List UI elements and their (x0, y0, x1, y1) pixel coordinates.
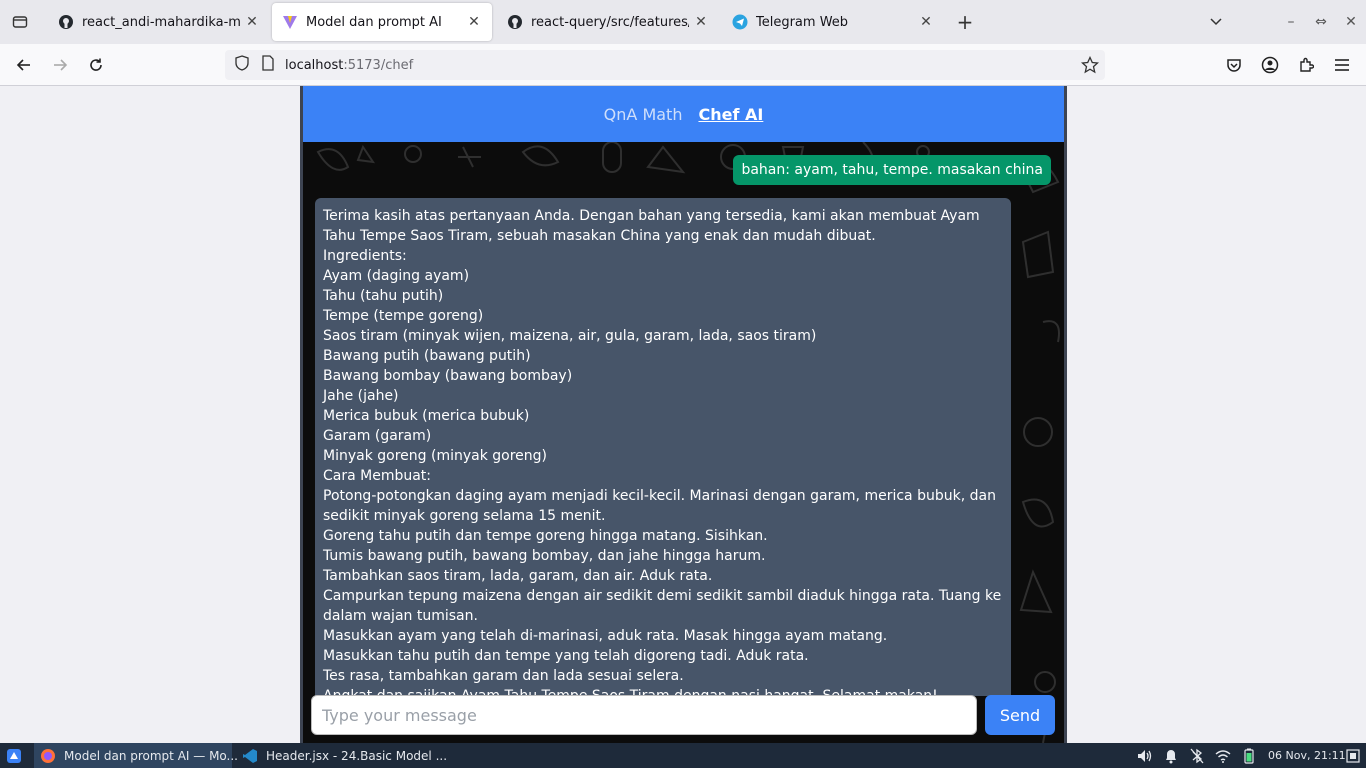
ai-response-line: Cara Membuat: (323, 468, 432, 484)
ai-response-line: Merica bubuk (merica bubuk) (323, 408, 530, 424)
ai-response-line: Bawang bombay (bawang bombay) (323, 368, 573, 384)
ai-response-line: Campurkan tepung maizena dengan air sedi… (323, 588, 1002, 624)
ai-response-line: Masukkan ayam yang telah di-marinasi, ad… (323, 628, 888, 644)
close-tab-icon[interactable]: ✕ (918, 14, 934, 30)
volume-icon[interactable] (1136, 747, 1154, 765)
nav-link-chef-ai[interactable]: Chef AI (698, 105, 763, 124)
ai-response-line: Potong-potongkan daging ayam menjadi kec… (323, 488, 996, 524)
ai-response-bubble: Terima kasih atas pertanyaan Anda. Denga… (315, 198, 1011, 696)
ai-response-line: Garam (garam) (323, 428, 432, 444)
ai-response-line: Masukkan tahu putih dan tempe yang telah… (323, 648, 809, 664)
close-tab-icon[interactable]: ✕ (693, 14, 709, 30)
message-composer: Send (303, 690, 1064, 743)
page-info-icon[interactable] (257, 55, 279, 75)
wifi-icon[interactable] (1214, 747, 1232, 765)
ai-response-line: Minyak goreng (minyak goreng) (323, 448, 548, 464)
github-icon (507, 14, 523, 30)
nav-link-qna-math[interactable]: QnA Math (604, 105, 683, 124)
reload-icon[interactable] (82, 51, 110, 79)
chat-app: QnA Math Chef AI bahan: ayam, tahu, temp… (300, 86, 1067, 743)
ai-response-line: Ingredients: (323, 248, 407, 264)
battery-icon[interactable] (1240, 747, 1258, 765)
tab-telegram[interactable]: Telegram Web ✕ (722, 0, 944, 44)
firefox-icon (40, 748, 56, 764)
account-icon[interactable] (1256, 51, 1284, 79)
notification-bell-icon[interactable] (1162, 747, 1180, 765)
extensions-icon[interactable] (1292, 51, 1320, 79)
start-menu-icon[interactable] (0, 743, 28, 768)
firefox-view-icon[interactable] (0, 0, 40, 44)
telegram-icon (732, 14, 748, 30)
forward-icon[interactable] (46, 51, 74, 79)
navigation-toolbar: localhost:5173/chef (0, 44, 1366, 86)
pocket-icon[interactable] (1220, 51, 1248, 79)
ai-response-line: Tempe (tempe goreng) (323, 308, 484, 324)
ai-response-line: Bawang putih (bawang putih) (323, 348, 531, 364)
ai-response-line: Tambahkan saos tiram, lada, garam, dan a… (323, 568, 713, 584)
tab-title: react-query/src/features/eve (531, 14, 689, 30)
url-host: localhost (285, 57, 344, 73)
url-path: :5173/chef (343, 57, 414, 73)
system-clock[interactable]: 06 Nov, 21:11 (1268, 743, 1346, 768)
taskbar-item-firefox[interactable]: Model dan prompt AI — Mo... (34, 743, 238, 768)
ai-response-line: Jahe (jahe) (323, 388, 399, 404)
ai-response-line: Tumis bawang putih, bawang bombay, dan j… (323, 548, 766, 564)
page-viewport: QnA Math Chef AI bahan: ayam, tahu, temp… (0, 86, 1366, 743)
list-all-tabs-icon[interactable] (1204, 0, 1228, 44)
ai-response-line: Tahu (tahu putih) (323, 288, 444, 304)
maximize-icon[interactable]: ⇔ (1310, 0, 1332, 44)
ai-response-line: Ayam (daging ayam) (323, 268, 470, 284)
close-tab-icon[interactable]: ✕ (244, 14, 260, 30)
tab-title: Telegram Web (756, 14, 849, 30)
taskbar-item-label: Header.jsx - 24.Basic Model ... (266, 748, 448, 763)
menu-icon[interactable] (1328, 51, 1356, 79)
ai-response-line: Goreng tahu putih dan tempe goreng hingg… (323, 528, 768, 544)
back-icon[interactable] (10, 51, 38, 79)
new-tab-icon[interactable]: + (951, 8, 979, 36)
ai-response-line: Terima kasih atas pertanyaan Anda. Denga… (323, 208, 980, 244)
send-button[interactable]: Send (985, 695, 1055, 735)
ai-response-line: Tes rasa, tambahkan garam dan lada sesua… (323, 668, 684, 684)
vite-icon (282, 14, 298, 30)
url-bar[interactable]: localhost:5173/chef (225, 50, 1105, 80)
user-message-bubble: bahan: ayam, tahu, tempe. masakan china (733, 155, 1051, 185)
os-taskbar: Model dan prompt AI — Mo... Header.jsx -… (0, 743, 1366, 768)
app-header: QnA Math Chef AI (303, 86, 1064, 142)
tab-github-repo[interactable]: react_andi-mahardika-mulya/ ✕ (48, 0, 270, 44)
vscode-icon (242, 748, 258, 764)
tab-strip: react_andi-mahardika-mulya/ ✕ Model dan … (0, 0, 1366, 44)
close-tab-icon[interactable]: ✕ (466, 14, 482, 30)
show-desktop-icon[interactable] (1344, 747, 1362, 765)
tracking-shield-icon[interactable] (227, 55, 257, 75)
message-input[interactable] (311, 695, 977, 735)
tab-title: react_andi-mahardika-mulya/ (82, 14, 240, 30)
tab-github-react-query[interactable]: react-query/src/features/eve ✕ (497, 0, 719, 44)
close-window-icon[interactable]: ✕ (1340, 0, 1362, 44)
bookmark-star-icon[interactable] (1080, 55, 1100, 78)
bluetooth-off-icon[interactable] (1188, 747, 1206, 765)
taskbar-item-label: Model dan prompt AI — Mo... (64, 748, 238, 763)
tab-title: Model dan prompt AI (306, 14, 442, 30)
taskbar-item-vscode[interactable]: Header.jsx - 24.Basic Model ... (236, 743, 447, 768)
minimize-icon[interactable]: – (1280, 0, 1302, 44)
github-icon (58, 14, 74, 30)
tab-model-dan-prompt[interactable]: Model dan prompt AI ✕ (272, 3, 492, 41)
ai-response-line: Saos tiram (minyak wijen, maizena, air, … (323, 328, 817, 344)
